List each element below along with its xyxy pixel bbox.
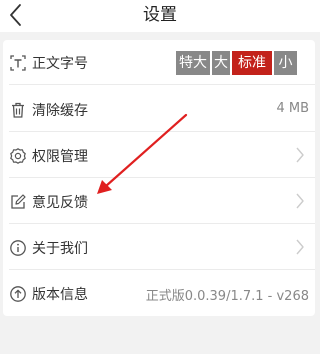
permissions-row[interactable]: 权限管理 <box>3 133 315 178</box>
info-icon <box>10 240 26 256</box>
font-size-option-standard[interactable]: 标准 <box>232 51 272 75</box>
row-divider <box>9 84 315 85</box>
clear-cache-label: 清除缓存 <box>32 103 88 119</box>
font-size-selector: 特大 大 标准 小 <box>176 51 297 75</box>
font-size-row: 正文字号 特大 大 标准 小 <box>3 40 315 85</box>
nav-bar: 设置 <box>0 0 320 32</box>
text-size-icon <box>10 55 26 71</box>
font-size-option-large[interactable]: 大 <box>212 51 230 75</box>
row-divider <box>9 131 315 132</box>
row-divider <box>9 269 315 270</box>
version-label: 版本信息 <box>32 287 88 303</box>
about-label: 关于我们 <box>32 241 88 257</box>
permissions-label: 权限管理 <box>32 149 88 165</box>
font-size-option-small[interactable]: 小 <box>274 51 297 75</box>
cache-size-value: 4 MB <box>276 101 309 116</box>
gear-icon <box>10 148 26 164</box>
page-title: 设置 <box>143 5 177 25</box>
trash-icon <box>12 102 24 118</box>
settings-card: 正文字号 特大 大 标准 小 清除缓存 4 MB 权限管理 意见反馈 关于我们 … <box>3 40 315 316</box>
upload-circle-icon <box>10 286 26 302</box>
font-size-label: 正文字号 <box>32 56 88 72</box>
feedback-label: 意见反馈 <box>32 195 88 211</box>
chevron-right-icon <box>296 239 304 255</box>
chevron-right-icon <box>296 147 304 163</box>
row-divider <box>9 223 315 224</box>
font-size-option-xlarge[interactable]: 特大 <box>176 51 210 75</box>
edit-icon <box>11 194 26 209</box>
row-divider <box>9 177 315 178</box>
version-row: 版本信息 正式版0.0.39/1.7.1 - v268 <box>3 271 315 316</box>
clear-cache-row[interactable]: 清除缓存 4 MB <box>3 87 315 132</box>
about-row[interactable]: 关于我们 <box>3 225 315 270</box>
chevron-right-icon <box>296 193 304 209</box>
feedback-row[interactable]: 意见反馈 <box>3 179 315 224</box>
version-value: 正式版0.0.39/1.7.1 - v268 <box>145 289 309 304</box>
